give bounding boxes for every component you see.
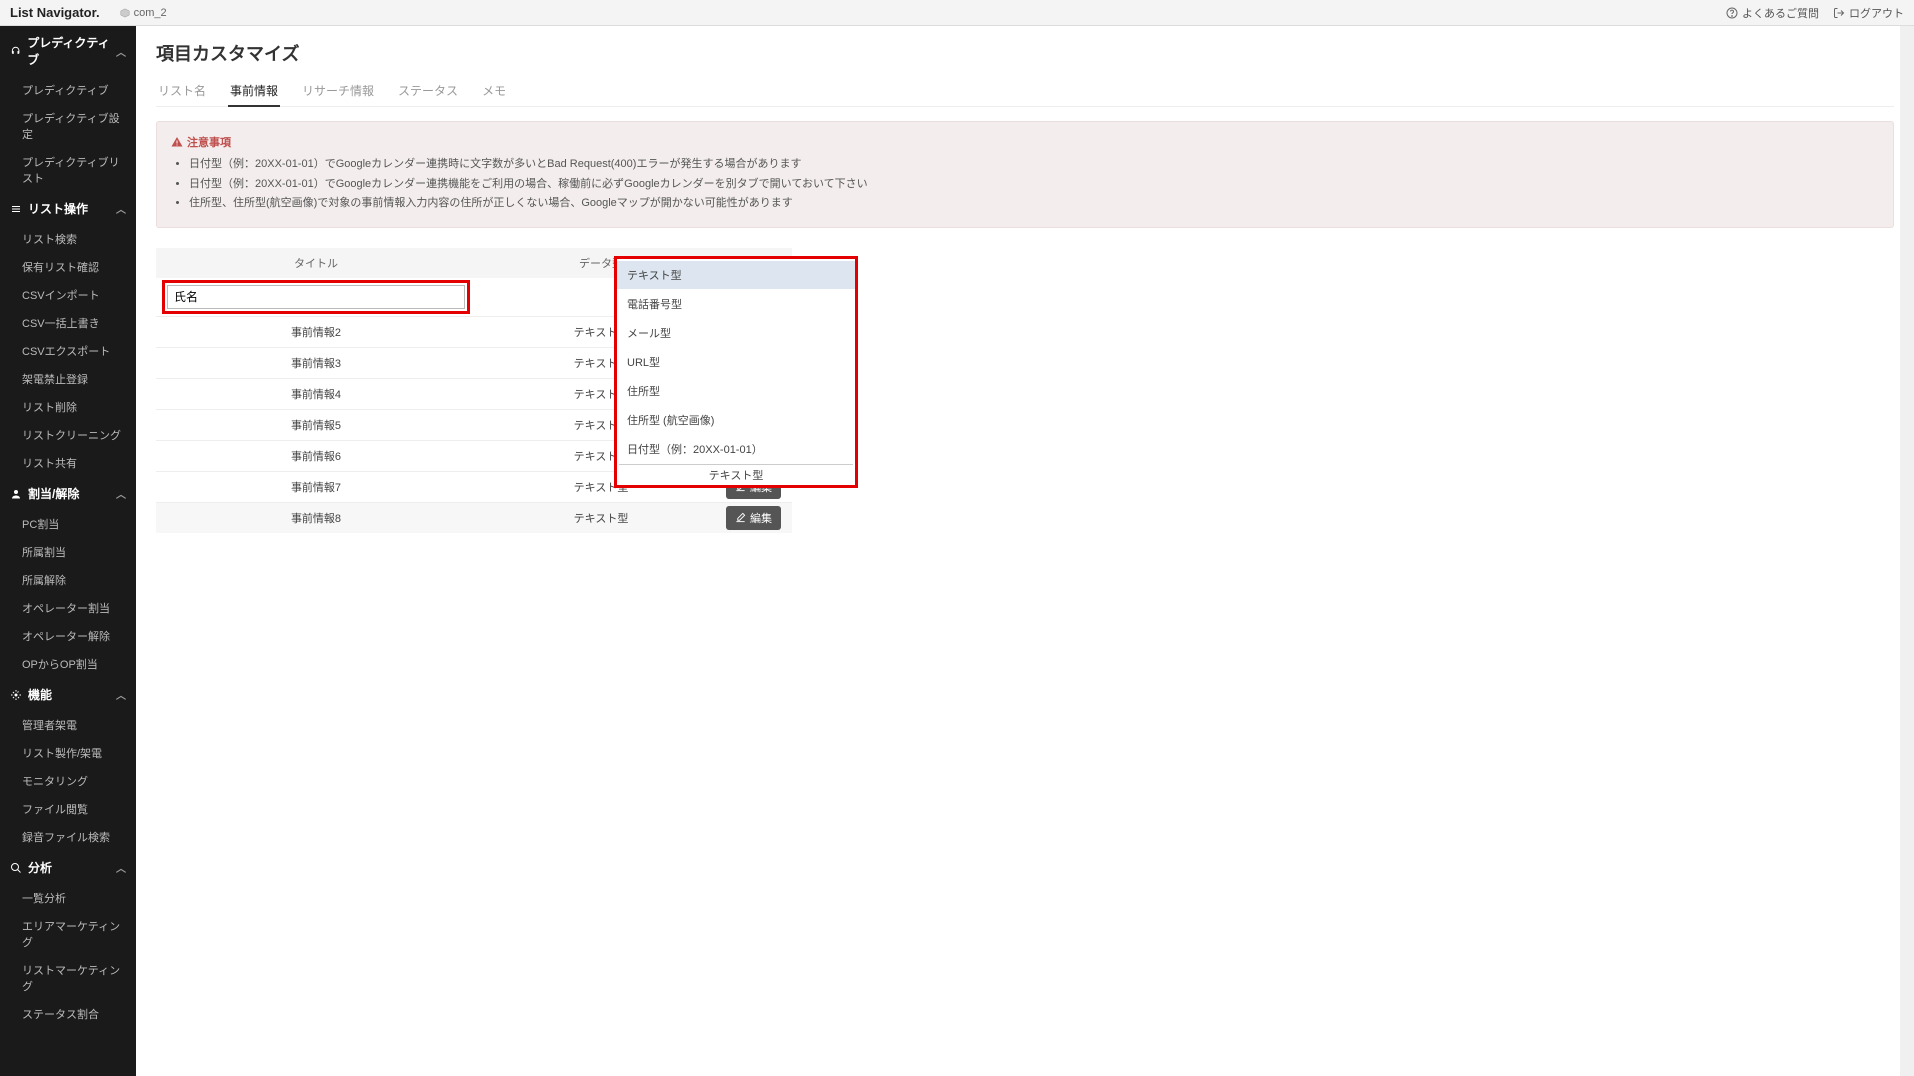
- sidebar-item[interactable]: リスト検索: [0, 225, 136, 253]
- sidebar-item[interactable]: オペレーター解除: [0, 622, 136, 650]
- notice-line: 日付型（例：20XX-01-01）でGoogleカレンダー連携機能をご利用の場合…: [189, 176, 1879, 194]
- title-input-highlight: [162, 280, 470, 314]
- notice-line: 住所型、住所型(航空画像)で対象の事前情報入力内容の住所が正しくない場合、Goo…: [189, 195, 1879, 213]
- cell-title: 事前情報7: [156, 472, 476, 502]
- faq-label: よくあるご質問: [1742, 5, 1819, 21]
- sidebar-item[interactable]: CSVエクスポート: [0, 337, 136, 365]
- sidebar-section-analytics[interactable]: 分析 ︿: [0, 851, 136, 884]
- sidebar-item[interactable]: エリアマーケティング: [0, 912, 136, 956]
- dropdown-option[interactable]: 日付型（例：20XX-01-01）: [617, 435, 855, 464]
- logout-link[interactable]: ログアウト: [1833, 5, 1904, 21]
- tabs: リスト名 事前情報 リサーチ情報 ステータス メモ: [156, 76, 1894, 107]
- sidebar-item[interactable]: 保有リスト確認: [0, 253, 136, 281]
- sidebar-item[interactable]: プレディクティブ設定: [0, 104, 136, 148]
- sidebar-item[interactable]: ステータス割合: [0, 1000, 136, 1028]
- edit-icon: [735, 512, 746, 523]
- company-chip[interactable]: com_2: [120, 7, 167, 19]
- tab-memo[interactable]: メモ: [480, 76, 508, 106]
- tab-research[interactable]: リサーチ情報: [300, 76, 376, 106]
- sidebar-section-label: 割当/解除: [28, 485, 79, 502]
- search-icon: [10, 862, 22, 874]
- cell-title: 事前情報8: [156, 503, 476, 533]
- main-content: 項目カスタマイズ リスト名 事前情報 リサーチ情報 ステータス メモ 注意事項 …: [136, 26, 1914, 1076]
- cell-title: 事前情報5: [156, 410, 476, 440]
- sidebar-item[interactable]: リスト削除: [0, 393, 136, 421]
- sidebar-item[interactable]: オペレーター割当: [0, 594, 136, 622]
- sidebar-item[interactable]: 架電禁止登録: [0, 365, 136, 393]
- tab-preinfo[interactable]: 事前情報: [228, 76, 280, 107]
- th-title: タイトル: [156, 248, 476, 278]
- title-input[interactable]: [167, 285, 465, 309]
- chevron-up-icon: ︿: [116, 486, 126, 501]
- sidebar-item[interactable]: PC割当: [0, 510, 136, 538]
- table-row: 事前情報8テキスト型 編集: [156, 503, 792, 533]
- brand-logo: List Navigator.: [10, 5, 100, 20]
- gear-icon: [10, 689, 22, 701]
- sidebar-item[interactable]: プレディクティブ: [0, 76, 136, 104]
- chevron-up-icon: ︿: [116, 201, 126, 216]
- tab-list-name[interactable]: リスト名: [156, 76, 208, 106]
- sidebar-item[interactable]: プレディクティブリスト: [0, 148, 136, 192]
- edit-button[interactable]: 編集: [726, 506, 781, 530]
- sidebar-item[interactable]: ファイル閲覧: [0, 795, 136, 823]
- cell-title: 事前情報3: [156, 348, 476, 378]
- sidebar-item[interactable]: 所属解除: [0, 566, 136, 594]
- chevron-up-icon: ︿: [116, 44, 126, 59]
- cell-title: 事前情報2: [156, 317, 476, 347]
- sidebar-section-assign[interactable]: 割当/解除 ︿: [0, 477, 136, 510]
- notice-line: 日付型（例：20XX-01-01）でGoogleカレンダー連携時に文字数が多いと…: [189, 156, 1879, 174]
- dropdown-option[interactable]: 住所型: [617, 377, 855, 406]
- user-icon: [10, 488, 22, 500]
- sidebar: プレディクティブ ︿ プレディクティブ プレディクティブ設定 プレディクティブリ…: [0, 26, 136, 1076]
- tab-status[interactable]: ステータス: [396, 76, 460, 106]
- dropdown-option[interactable]: メール型: [617, 319, 855, 348]
- company-name: com_2: [134, 7, 167, 19]
- sidebar-item[interactable]: リストクリーニング: [0, 421, 136, 449]
- sidebar-section-list-ops[interactable]: リスト操作 ︿: [0, 192, 136, 225]
- dropdown-option[interactable]: テキスト型: [617, 261, 855, 290]
- dropdown-option[interactable]: URL型: [617, 348, 855, 377]
- sidebar-item[interactable]: 一覧分析: [0, 884, 136, 912]
- faq-link[interactable]: よくあるご質問: [1726, 5, 1819, 21]
- dropdown-tail: テキスト型: [619, 464, 853, 485]
- logout-icon: [1833, 7, 1845, 19]
- sidebar-item[interactable]: 録音ファイル検索: [0, 823, 136, 851]
- edit-label: 編集: [750, 510, 772, 526]
- sidebar-item[interactable]: CSVインポート: [0, 281, 136, 309]
- notice-heading: 注意事項: [187, 134, 231, 150]
- dropdown-option[interactable]: 住所型 (航空画像): [617, 406, 855, 435]
- vertical-scrollbar[interactable]: [1900, 26, 1914, 1076]
- sidebar-section-label: 分析: [28, 859, 52, 876]
- datatype-dropdown[interactable]: テキスト型電話番号型メール型URL型住所型住所型 (航空画像)日付型（例：20X…: [614, 256, 858, 488]
- warning-icon: [171, 136, 183, 148]
- chevron-up-icon: ︿: [116, 687, 126, 702]
- logout-label: ログアウト: [1849, 5, 1904, 21]
- sidebar-item[interactable]: モニタリング: [0, 767, 136, 795]
- cell-type: テキスト型: [476, 503, 726, 533]
- cube-icon: [120, 8, 130, 18]
- sidebar-item[interactable]: リスト共有: [0, 449, 136, 477]
- cell-title: 事前情報4: [156, 379, 476, 409]
- sidebar-section-label: プレディクティブ: [27, 34, 116, 68]
- sidebar-section-function[interactable]: 機能 ︿: [0, 678, 136, 711]
- sidebar-section-label: 機能: [28, 686, 52, 703]
- sidebar-item[interactable]: 所属割当: [0, 538, 136, 566]
- sidebar-item[interactable]: OPからOP割当: [0, 650, 136, 678]
- sidebar-item[interactable]: 管理者架電: [0, 711, 136, 739]
- list-icon: [10, 203, 22, 215]
- sidebar-section-label: リスト操作: [28, 200, 88, 217]
- chevron-up-icon: ︿: [116, 860, 126, 875]
- dropdown-option[interactable]: 電話番号型: [617, 290, 855, 319]
- help-icon: [1726, 7, 1738, 19]
- sidebar-item[interactable]: CSV一括上書き: [0, 309, 136, 337]
- headset-icon: [10, 45, 21, 57]
- page-title: 項目カスタマイズ: [156, 40, 1894, 66]
- sidebar-section-predictive[interactable]: プレディクティブ ︿: [0, 26, 136, 76]
- notice-box: 注意事項 日付型（例：20XX-01-01）でGoogleカレンダー連携時に文字…: [156, 121, 1894, 228]
- sidebar-item[interactable]: リストマーケティング: [0, 956, 136, 1000]
- cell-title: 事前情報6: [156, 441, 476, 471]
- sidebar-item[interactable]: リスト製作/架電: [0, 739, 136, 767]
